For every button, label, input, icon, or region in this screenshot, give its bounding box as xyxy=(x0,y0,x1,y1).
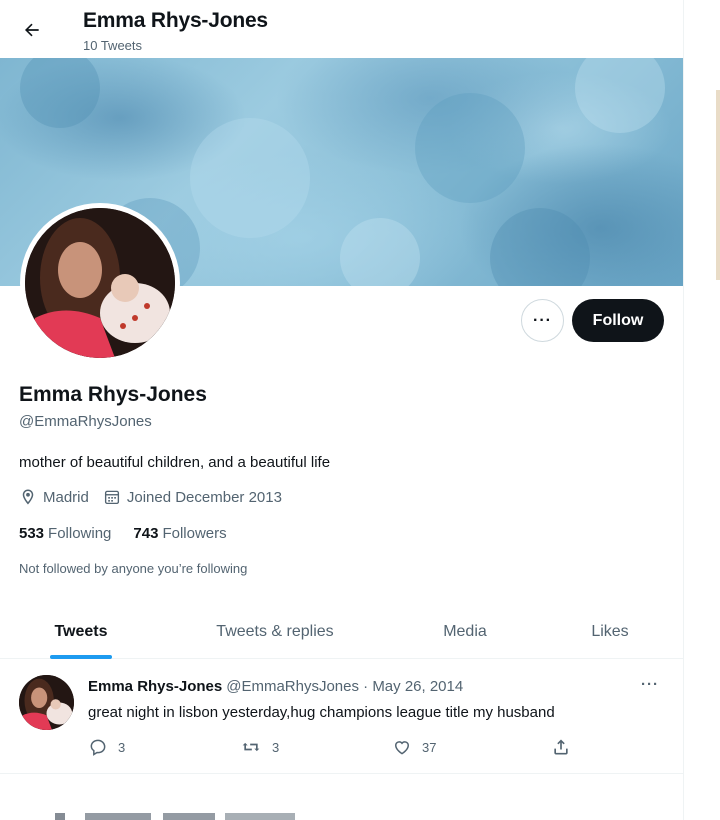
following-label: Following xyxy=(48,525,112,542)
profile-display-name: Emma Rhys-Jones xyxy=(19,383,207,406)
joined-text: Joined December 2013 xyxy=(126,488,282,506)
header-display-name: Emma Rhys-Jones xyxy=(83,9,268,32)
tweet-more-button[interactable]: ··· xyxy=(641,676,659,693)
profile-joined: Joined December 2013 xyxy=(103,488,282,506)
tweet-header: Emma Rhys-Jones @EmmaRhysJones · May 26, … xyxy=(88,678,463,695)
profile-handle: @EmmaRhysJones xyxy=(19,413,152,430)
tweet-author[interactable]: Emma Rhys-Jones xyxy=(88,678,222,695)
tab-tweets-replies[interactable]: Tweets & replies xyxy=(205,605,345,659)
following-count: 533 xyxy=(19,525,45,542)
next-tweet-peek xyxy=(0,800,683,820)
followers-label: Followers xyxy=(162,525,227,542)
reply-icon xyxy=(90,739,106,756)
heart-icon xyxy=(394,741,410,755)
profile-column: Emma Rhys-Jones 10 Tweets ··· Follow Emm… xyxy=(0,0,683,820)
retweet-icon xyxy=(242,742,260,752)
active-tab-indicator xyxy=(50,655,112,659)
location-pin-icon xyxy=(22,489,34,505)
followers-link[interactable]: 743 Followers xyxy=(133,525,226,542)
tweet-item[interactable]: Emma Rhys-Jones @EmmaRhysJones · May 26, … xyxy=(0,660,683,774)
followers-count: 743 xyxy=(133,525,159,542)
profile-bio: mother of beautiful children, and a beau… xyxy=(19,454,331,471)
tweet-actions: 3 3 37 xyxy=(88,737,588,761)
profile-counts: 533 Following 743 Followers xyxy=(19,525,249,542)
follow-button[interactable]: Follow xyxy=(572,299,664,342)
right-sidebar-image-peek xyxy=(716,90,720,280)
following-link[interactable]: 533 Following xyxy=(19,525,111,542)
tab-label: Likes xyxy=(591,623,629,640)
tab-label: Media xyxy=(443,623,487,640)
retweet-button[interactable]: 3 xyxy=(240,737,279,757)
right-sidebar-edge xyxy=(684,0,720,820)
avatar-photo xyxy=(25,208,175,358)
header-tweet-count: 10 Tweets xyxy=(83,38,143,53)
calendar-icon xyxy=(104,490,119,505)
next-tweet-context-line xyxy=(55,813,295,820)
profile-tabs: Tweets Tweets & replies Media Likes xyxy=(0,605,683,659)
back-button[interactable] xyxy=(18,16,46,44)
arrow-left-icon xyxy=(25,23,39,37)
tweet-text: great night in lisbon yesterday,hug cham… xyxy=(88,704,555,721)
profile-location: Madrid xyxy=(19,488,89,506)
tab-tweets[interactable]: Tweets xyxy=(50,605,112,659)
location-text: Madrid xyxy=(43,488,89,506)
reply-count: 3 xyxy=(118,739,126,755)
profile-meta: Madrid Joined December 2013 xyxy=(19,488,296,506)
tweet-handle-date: @EmmaRhysJones · May 26, 2014 xyxy=(226,678,464,695)
like-button[interactable]: 37 xyxy=(392,737,436,757)
share-button[interactable] xyxy=(551,737,581,757)
tweet-avatar[interactable] xyxy=(19,675,74,730)
share-icon xyxy=(554,739,568,755)
reply-button[interactable]: 3 xyxy=(88,737,125,757)
tab-media[interactable]: Media xyxy=(430,605,500,659)
profile-avatar[interactable] xyxy=(20,203,180,363)
like-count: 37 xyxy=(422,739,437,755)
tab-likes[interactable]: Likes xyxy=(580,605,640,659)
profile-more-button[interactable]: ··· xyxy=(521,299,564,342)
tab-label: Tweets xyxy=(54,623,108,640)
not-followed-note: Not followed by anyone you’re following xyxy=(19,561,248,576)
profile-header-bar: Emma Rhys-Jones 10 Tweets xyxy=(0,0,683,58)
tab-label: Tweets & replies xyxy=(216,623,334,640)
retweet-count: 3 xyxy=(272,739,280,755)
